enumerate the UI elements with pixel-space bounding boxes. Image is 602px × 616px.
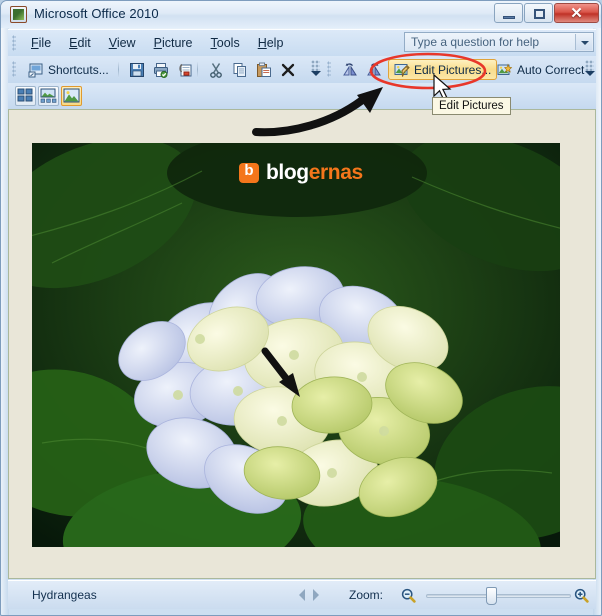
toolbar-overflow-editing[interactable] (584, 60, 595, 79)
shortcuts-icon (28, 62, 44, 78)
standard-toolbar: Shortcuts... Edit Pictures... Auto Corre… (8, 56, 596, 83)
watermark-text-primary: blog (266, 161, 309, 184)
picture-canvas[interactable]: blogernas (8, 109, 596, 579)
copy-icon (232, 62, 248, 78)
toolbar-overflow-standard[interactable] (310, 60, 321, 79)
paste-icon (256, 62, 272, 78)
menu-item-tools[interactable]: Tools (202, 33, 249, 53)
rotate-right-icon (366, 62, 382, 78)
zoom-label: Zoom: (349, 588, 384, 602)
mail-attach-button[interactable] (171, 59, 199, 80)
delete-icon (280, 62, 296, 78)
watermark: blogernas (239, 161, 363, 185)
status-filename: Hydrangeas (32, 588, 97, 602)
toolbar-drag-handle[interactable] (12, 61, 16, 77)
window-controls: ✕ (493, 3, 599, 24)
maximize-icon (534, 9, 545, 19)
auto-correct-button[interactable]: Auto Correct (491, 59, 590, 80)
next-picture-button[interactable] (313, 589, 325, 601)
title-bar[interactable]: Microsoft Office 2010 ✕ (1, 1, 601, 28)
edit-pictures-icon (394, 62, 410, 78)
zoom-in-icon[interactable] (574, 588, 589, 603)
auto-correct-icon (497, 62, 513, 78)
picture-image[interactable]: blogernas (32, 143, 560, 547)
help-search-box[interactable]: Type a question for help (404, 32, 594, 52)
edit-pictures-label: Edit Pictures... (414, 62, 492, 77)
maximize-button[interactable] (524, 3, 553, 23)
minimize-button[interactable] (494, 3, 523, 23)
zoom-slider-track[interactable] (426, 594, 571, 598)
toolbar-separator (197, 61, 198, 78)
rotate-right-button[interactable] (360, 59, 388, 80)
close-icon: ✕ (570, 5, 583, 22)
save-icon (129, 62, 145, 78)
auto-correct-label: Auto Correct (517, 62, 585, 77)
shortcuts-label: Shortcuts... (48, 62, 109, 77)
mail-attach-icon (177, 62, 193, 78)
window-title: Microsoft Office 2010 (34, 6, 159, 21)
help-search-placeholder: Type a question for help (411, 35, 540, 49)
edit-pictures-button[interactable]: Edit Pictures... (388, 59, 498, 80)
thumbnail-view-button[interactable] (15, 86, 36, 106)
close-button[interactable]: ✕ (554, 3, 599, 23)
shortcuts-button[interactable]: Shortcuts... (22, 59, 115, 80)
watermark-text-accent: ernas (308, 161, 363, 184)
zoom-out-icon[interactable] (401, 588, 416, 603)
toolbar-drag-handle-2[interactable] (327, 61, 331, 77)
menu-item-picture[interactable]: Picture (145, 33, 202, 53)
chevron-down-icon[interactable] (575, 34, 592, 50)
previous-picture-button[interactable] (293, 589, 305, 601)
single-picture-view-button[interactable] (61, 86, 82, 106)
rotate-left-icon (342, 62, 358, 78)
menu-item-view[interactable]: View (100, 33, 145, 53)
menu-item-file[interactable]: File (22, 33, 60, 53)
filmstrip-view-button[interactable] (38, 86, 59, 106)
toolbar-separator (118, 61, 119, 78)
menu-item-help[interactable]: Help (249, 33, 293, 53)
status-bar: Hydrangeas Zoom: (8, 580, 596, 609)
picture-manager-icon (10, 6, 27, 23)
menu-drag-handle[interactable] (12, 35, 16, 51)
zoom-slider-thumb[interactable] (486, 587, 497, 605)
cut-icon (208, 62, 224, 78)
minimize-icon (503, 16, 515, 19)
menu-list: File Edit View Picture Tools Help (22, 30, 292, 56)
print-icon (153, 62, 169, 78)
blogernas-logo-icon (239, 162, 259, 183)
tooltip: Edit Pictures (432, 97, 511, 115)
delete-button[interactable] (274, 59, 302, 80)
menu-item-edit[interactable]: Edit (60, 33, 100, 53)
application-window: Microsoft Office 2010 ✕ File Edit View P… (0, 0, 602, 616)
